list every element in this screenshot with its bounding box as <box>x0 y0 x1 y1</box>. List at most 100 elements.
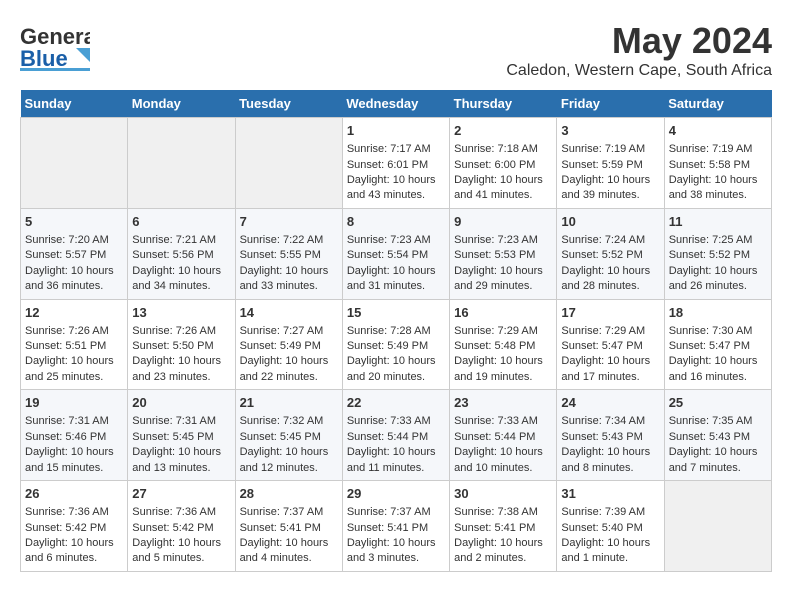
calendar-cell: 9Sunrise: 7:23 AMSunset: 5:53 PMDaylight… <box>450 208 557 299</box>
sunrise-text: Sunrise: 7:34 AM <box>561 414 659 429</box>
calendar-cell: 26Sunrise: 7:36 AMSunset: 5:42 PMDayligh… <box>21 481 128 572</box>
calendar-cell <box>664 481 771 572</box>
sunset-text: Sunset: 5:56 PM <box>132 248 230 263</box>
daylight-text: Daylight: 10 hours and 19 minutes. <box>454 354 552 385</box>
day-number: 1 <box>347 122 445 140</box>
calendar-cell: 8Sunrise: 7:23 AMSunset: 5:54 PMDaylight… <box>342 208 449 299</box>
sunset-text: Sunset: 5:43 PM <box>669 430 767 445</box>
calendar-cell: 25Sunrise: 7:35 AMSunset: 5:43 PMDayligh… <box>664 390 771 481</box>
day-number: 7 <box>240 213 338 231</box>
day-number: 21 <box>240 394 338 412</box>
calendar-cell: 7 Sunrise: 7:22 AMSunset: 5:55 PMDaylight… <box>235 208 342 299</box>
location-subtitle: Caledon, Western Cape, South Africa <box>506 62 772 80</box>
calendar-cell: 14Sunrise: 7:27 AMSunset: 5:49 PMDayligh… <box>235 299 342 390</box>
logo: General Blue <box>20 20 94 80</box>
sunrise-text: Sunrise: 7:22 AM <box>240 233 338 248</box>
calendar-cell: 16 Sunrise: 7:29 AMSunset: 5:48 PMDayligh… <box>450 299 557 390</box>
daylight-text: Daylight: 10 hours and 34 minutes. <box>132 264 230 295</box>
day-number: 11 <box>669 213 767 231</box>
day-number: 13 <box>132 304 230 322</box>
calendar-cell: 30Sunrise: 7:38 AMSunset: 5:41 PMDayligh… <box>450 481 557 572</box>
day-number: 30 <box>454 485 552 503</box>
calendar-cell: 2Sunrise: 7:18 AMSunset: 6:00 PMDaylight… <box>450 118 557 209</box>
sunrise-text: Sunrise: 7:21 AM <box>132 233 230 248</box>
day-number: 28 <box>240 485 338 503</box>
sunset-text: Sunset: 5:48 PM <box>454 339 552 354</box>
title-section: May 2024 Caledon, Western Cape, South Af… <box>506 20 772 80</box>
sunset-text: Sunset: 5:47 PM <box>561 339 659 354</box>
calendar-cell: 12Sunrise: 7:26 AMSunset: 5:51 PMDayligh… <box>21 299 128 390</box>
calendar-cell: 6Sunrise: 7:21 AMSunset: 5:56 PMDaylight… <box>128 208 235 299</box>
day-number: 12 <box>25 304 123 322</box>
daylight-text: Daylight: 10 hours and 15 minutes. <box>25 445 123 476</box>
calendar-cell <box>21 118 128 209</box>
sunrise-text: Sunrise: 7:33 AM <box>347 414 445 429</box>
day-number: 24 <box>561 394 659 412</box>
day-number: 22 <box>347 394 445 412</box>
sunset-text: Sunset: 6:01 PM <box>347 158 445 173</box>
daylight-text: Daylight: 10 hours and 43 minutes. <box>347 173 445 204</box>
daylight-text: Daylight: 10 hours and 3 minutes. <box>347 536 445 567</box>
daylight-text: Daylight: 10 hours and 17 minutes. <box>561 354 659 385</box>
sunset-text: Sunset: 5:44 PM <box>454 430 552 445</box>
svg-text:Blue: Blue <box>20 46 68 71</box>
sunrise-text: Sunrise: 7:35 AM <box>669 414 767 429</box>
weekday-header: Wednesday <box>342 90 449 118</box>
calendar-table: SundayMondayTuesdayWednesdayThursdayFrid… <box>20 90 772 572</box>
sunrise-text: Sunrise: 7:20 AM <box>25 233 123 248</box>
day-number: 23 <box>454 394 552 412</box>
sunset-text: Sunset: 5:43 PM <box>561 430 659 445</box>
calendar-cell: 19Sunrise: 7:31 AMSunset: 5:46 PMDayligh… <box>21 390 128 481</box>
day-number: 17 <box>561 304 659 322</box>
sunset-text: Sunset: 5:45 PM <box>240 430 338 445</box>
daylight-text: Daylight: 10 hours and 6 minutes. <box>25 536 123 567</box>
daylight-text: Daylight: 10 hours and 13 minutes. <box>132 445 230 476</box>
day-number: 9 <box>454 213 552 231</box>
sunrise-text: Sunrise: 7:31 AM <box>25 414 123 429</box>
calendar-cell: 24Sunrise: 7:34 AMSunset: 5:43 PMDayligh… <box>557 390 664 481</box>
daylight-text: Daylight: 10 hours and 26 minutes. <box>669 264 767 295</box>
calendar-cell: 13Sunrise: 7:26 AMSunset: 5:50 PMDayligh… <box>128 299 235 390</box>
daylight-text: Daylight: 10 hours and 11 minutes. <box>347 445 445 476</box>
calendar-cell: 28Sunrise: 7:37 AMSunset: 5:41 PMDayligh… <box>235 481 342 572</box>
calendar-cell: 22 Sunrise: 7:33 AMSunset: 5:44 PMDayligh… <box>342 390 449 481</box>
sunrise-text: Sunrise: 7:29 AM <box>454 324 552 339</box>
calendar-cell: 29Sunrise: 7:37 AMSunset: 5:41 PMDayligh… <box>342 481 449 572</box>
day-number: 25 <box>669 394 767 412</box>
calendar-cell: 31Sunrise: 7:39 AMSunset: 5:40 PMDayligh… <box>557 481 664 572</box>
calendar-cell <box>128 118 235 209</box>
daylight-text: Daylight: 10 hours and 22 minutes. <box>240 354 338 385</box>
sunrise-text: Sunrise: 7:18 AM <box>454 142 552 157</box>
daylight-text: Daylight: 10 hours and 10 minutes. <box>454 445 552 476</box>
daylight-text: Daylight: 10 hours and 33 minutes. <box>240 264 338 295</box>
sunset-text: Sunset: 5:55 PM <box>240 248 338 263</box>
sunrise-text: Sunrise: 7:24 AM <box>561 233 659 248</box>
daylight-text: Daylight: 10 hours and 16 minutes. <box>669 354 767 385</box>
day-number: 2 <box>454 122 552 140</box>
day-number: 16 <box>454 304 552 322</box>
sunset-text: Sunset: 5:41 PM <box>347 521 445 536</box>
sunrise-text: Sunrise: 7:23 AM <box>347 233 445 248</box>
day-number: 8 <box>347 213 445 231</box>
logo-icon: General Blue <box>20 20 90 80</box>
calendar-week-row: 19Sunrise: 7:31 AMSunset: 5:46 PMDayligh… <box>21 390 772 481</box>
calendar-cell <box>235 118 342 209</box>
weekday-header: Monday <box>128 90 235 118</box>
month-year-title: May 2024 <box>506 20 772 62</box>
calendar-cell: 5Sunrise: 7:20 AMSunset: 5:57 PMDaylight… <box>21 208 128 299</box>
calendar-cell: 11Sunrise: 7:25 AMSunset: 5:52 PMDayligh… <box>664 208 771 299</box>
daylight-text: Daylight: 10 hours and 38 minutes. <box>669 173 767 204</box>
daylight-text: Daylight: 10 hours and 23 minutes. <box>132 354 230 385</box>
sunrise-text: Sunrise: 7:29 AM <box>561 324 659 339</box>
sunset-text: Sunset: 5:44 PM <box>347 430 445 445</box>
sunrise-text: Sunrise: 7:23 AM <box>454 233 552 248</box>
sunrise-text: Sunrise: 7:30 AM <box>669 324 767 339</box>
daylight-text: Daylight: 10 hours and 39 minutes. <box>561 173 659 204</box>
sunset-text: Sunset: 5:52 PM <box>561 248 659 263</box>
day-number: 14 <box>240 304 338 322</box>
sunset-text: Sunset: 5:42 PM <box>25 521 123 536</box>
daylight-text: Daylight: 10 hours and 1 minute. <box>561 536 659 567</box>
calendar-week-row: 1Sunrise: 7:17 AMSunset: 6:01 PMDaylight… <box>21 118 772 209</box>
sunset-text: Sunset: 5:41 PM <box>240 521 338 536</box>
sunrise-text: Sunrise: 7:26 AM <box>132 324 230 339</box>
